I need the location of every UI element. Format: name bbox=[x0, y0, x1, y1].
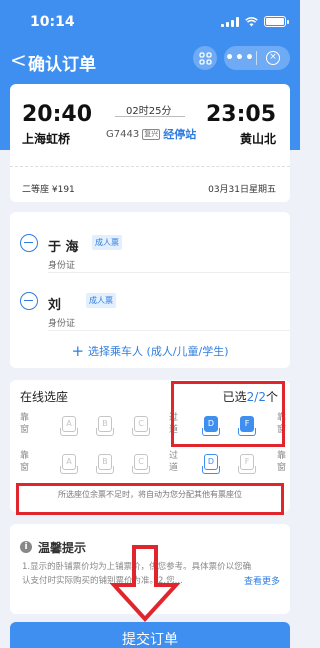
tips-title: 温馨提示 bbox=[38, 541, 87, 555]
more-button[interactable]: ••• bbox=[224, 50, 256, 66]
wifi-icon bbox=[245, 16, 258, 26]
status-icons bbox=[221, 16, 289, 27]
passenger-id-type: 身份证 bbox=[48, 261, 76, 271]
scan-icon bbox=[198, 51, 212, 65]
row-divider bbox=[48, 272, 290, 273]
seat-2c[interactable]: C bbox=[132, 454, 150, 474]
arrival-station: 黄山北 bbox=[239, 132, 276, 146]
row-divider bbox=[48, 330, 290, 331]
seat-selection-title: 在线选座 bbox=[20, 390, 69, 404]
battery-icon bbox=[264, 16, 289, 27]
stopover-stations-link[interactable]: 经停站 bbox=[163, 126, 196, 142]
passenger-id-type: 身份证 bbox=[48, 319, 76, 329]
departure-time: 20:40 bbox=[22, 102, 93, 127]
annotation-box-selected-seats bbox=[171, 381, 285, 447]
passenger-name: 于 海 bbox=[48, 240, 79, 255]
annotation-arrow-icon bbox=[109, 545, 181, 622]
seat-2b[interactable]: B bbox=[96, 454, 114, 474]
passenger-row: 于 海 成人票 身份证 bbox=[10, 224, 290, 274]
seat-1c[interactable]: C bbox=[132, 416, 150, 436]
duration-line bbox=[115, 116, 185, 117]
status-bar: 10:14 bbox=[0, 0, 300, 40]
back-button[interactable]: < bbox=[10, 50, 27, 70]
train-info-card: 20:40 上海虹桥 02时25分 G7443 复兴 经停站 23:05 黄山北… bbox=[10, 84, 290, 202]
scan-button[interactable] bbox=[193, 46, 217, 70]
ticket-type-badge: 成人票 bbox=[86, 293, 116, 308]
passenger-row: 刘 成人票 身份证 bbox=[10, 282, 290, 332]
travel-date: 03月31日星期五 bbox=[208, 185, 276, 195]
train-tag: 复兴 bbox=[142, 128, 161, 140]
info-icon: i bbox=[20, 541, 32, 553]
arrival-time: 23:05 bbox=[205, 102, 276, 127]
remove-passenger-button[interactable] bbox=[20, 292, 38, 310]
window-label: 靠窗 bbox=[20, 413, 30, 435]
passenger-card: 于 海 成人票 身份证 刘 成人票 身份证 + 选择乘车人 (成人/儿童/学生) bbox=[10, 212, 290, 368]
seat-1b[interactable]: B bbox=[96, 416, 114, 436]
mini-program-capsule: ••• × bbox=[224, 46, 290, 70]
window-label: 靠窗 bbox=[20, 451, 30, 473]
ticket-type-badge: 成人票 bbox=[92, 235, 122, 250]
train-number: G7443 bbox=[106, 128, 140, 140]
train-number-row: G7443 复兴 经停站 bbox=[106, 126, 196, 142]
seat-2f[interactable]: F bbox=[238, 454, 256, 474]
signal-icon bbox=[221, 16, 239, 27]
add-passenger-button[interactable]: + 选择乘车人 (成人/儿童/学生) bbox=[10, 342, 290, 360]
departure-station: 上海虹桥 bbox=[22, 132, 71, 146]
trip-duration: 02时25分 bbox=[126, 106, 172, 117]
aisle-label: 过道 bbox=[169, 451, 179, 473]
submit-order-button[interactable]: 提交订单 bbox=[10, 622, 290, 648]
status-time: 10:14 bbox=[30, 14, 75, 30]
window-label: 靠窗 bbox=[277, 451, 287, 473]
remove-passenger-button[interactable] bbox=[20, 234, 38, 252]
seat-class-price: 二等座 ¥191 bbox=[22, 185, 75, 195]
nav-bar: < 确认订单 ••• × bbox=[0, 44, 300, 76]
card-divider bbox=[10, 166, 290, 167]
see-more-link[interactable]: 查看更多 bbox=[239, 574, 280, 587]
annotation-box-seat-note bbox=[16, 483, 284, 515]
seat-2a[interactable]: A bbox=[60, 454, 78, 474]
close-icon: × bbox=[266, 51, 280, 65]
plus-icon: + bbox=[71, 342, 85, 360]
seat-1a[interactable]: A bbox=[60, 416, 78, 436]
seat-2d[interactable]: D bbox=[202, 454, 220, 474]
seat-row-2: 靠窗 A B C 过道 D F 靠窗 bbox=[20, 450, 286, 484]
page-title: 确认订单 bbox=[28, 55, 96, 75]
add-passenger-label: 选择乘车人 (成人/儿童/学生) bbox=[88, 345, 229, 358]
close-button[interactable]: × bbox=[257, 51, 289, 65]
passenger-name: 刘 bbox=[48, 298, 62, 313]
